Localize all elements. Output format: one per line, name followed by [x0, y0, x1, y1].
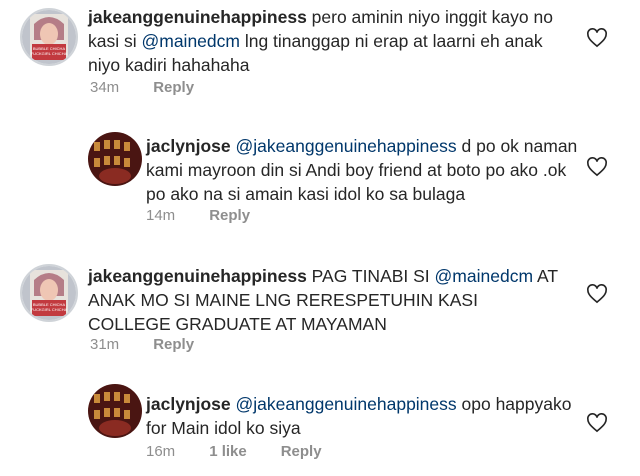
- avatar[interactable]: [88, 132, 142, 186]
- comment-username[interactable]: jakeanggenuinehappiness: [88, 266, 307, 286]
- avatar[interactable]: [88, 384, 142, 438]
- timestamp: 34m: [90, 79, 120, 96]
- comment-3: BUBBLE CHICHA FUCKGIRL CHICHA jakeanggen…: [0, 258, 640, 378]
- comment-meta: 14m Reply: [146, 207, 250, 224]
- timestamp: 16m: [146, 443, 176, 460]
- heart-outline-icon[interactable]: [586, 157, 608, 177]
- reply-button[interactable]: Reply: [153, 79, 194, 96]
- comment-meta: 31m Reply: [90, 336, 194, 353]
- timestamp: 14m: [146, 207, 176, 224]
- likes-count[interactable]: 1 like: [209, 443, 247, 460]
- comment-4: jaclynjose @jakeanggenuinehappiness opo …: [0, 378, 640, 476]
- comment-1: BUBBLE CHICHA FUCKGIRL CHICHA jakeanggen…: [0, 0, 640, 120]
- mention-link[interactable]: @jakeanggenuinehappiness: [236, 394, 457, 414]
- avatar[interactable]: BUBBLE CHICHA FUCKGIRL CHICHA: [20, 264, 78, 322]
- mention-link[interactable]: @mainedcm: [435, 266, 534, 286]
- timestamp: 31m: [90, 336, 120, 353]
- comment-username[interactable]: jaclynjose: [146, 136, 231, 156]
- heart-outline-icon[interactable]: [586, 28, 608, 48]
- comment-2: jaclynjose @jakeanggenuinehappiness d po…: [0, 120, 640, 240]
- comment-username[interactable]: jakeanggenuinehappiness: [88, 7, 307, 27]
- comment-meta: 16m 1 like Reply: [146, 443, 322, 460]
- svg-text:FUCKGIRL CHICHA: FUCKGIRL CHICHA: [31, 51, 68, 56]
- svg-text:FUCKGIRL CHICHA: FUCKGIRL CHICHA: [31, 307, 68, 312]
- comment-text: jakeanggenuinehappiness pero aminin niyo…: [88, 7, 553, 75]
- comment-meta: 34m Reply: [90, 79, 194, 96]
- heart-outline-icon[interactable]: [586, 413, 608, 433]
- reply-button[interactable]: Reply: [209, 207, 250, 224]
- comment-text: jakeanggenuinehappiness PAG TINABI SI @m…: [88, 266, 558, 334]
- reply-button[interactable]: Reply: [281, 443, 322, 460]
- reply-button[interactable]: Reply: [153, 336, 194, 353]
- comment-text: jaclynjose @jakeanggenuinehappiness opo …: [146, 394, 572, 438]
- comment-text: jaclynjose @jakeanggenuinehappiness d po…: [146, 136, 578, 204]
- heart-outline-icon[interactable]: [586, 284, 608, 304]
- mention-link[interactable]: @jakeanggenuinehappiness: [236, 136, 457, 156]
- avatar[interactable]: BUBBLE CHICHA FUCKGIRL CHICHA: [20, 8, 78, 66]
- mention-link[interactable]: @mainedcm: [141, 31, 240, 51]
- comment-username[interactable]: jaclynjose: [146, 394, 231, 414]
